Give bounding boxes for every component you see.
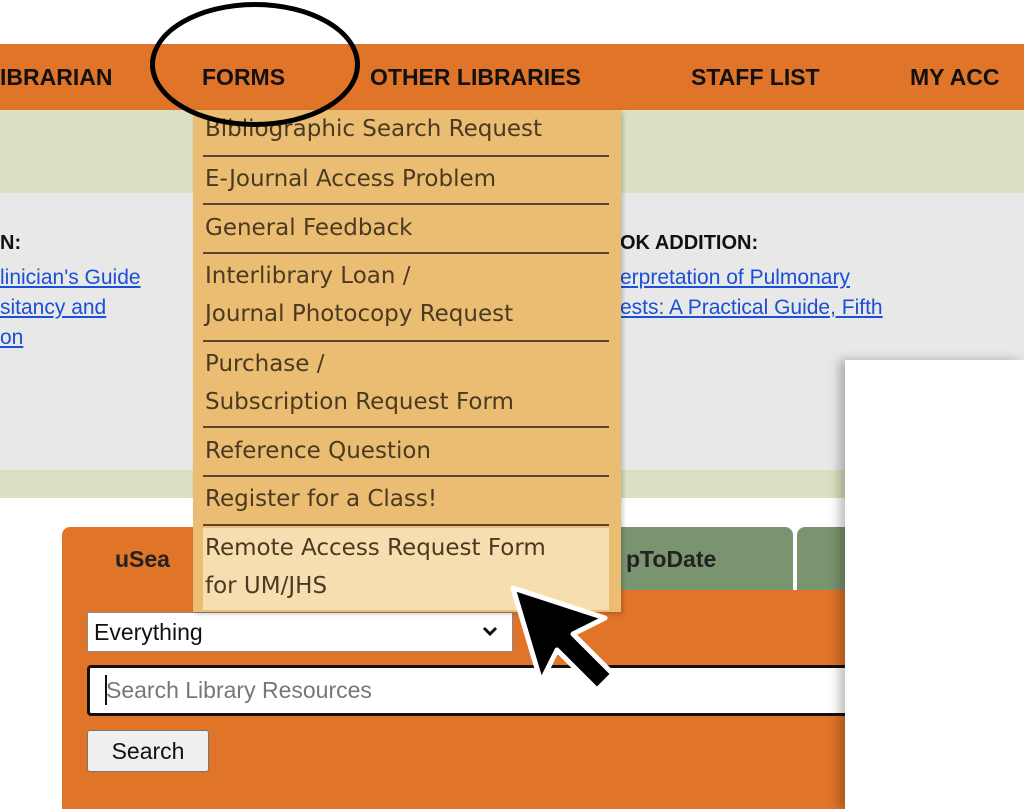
menu-separator [203,155,609,157]
menu-separator [203,475,609,477]
menu-item-general-feedback[interactable]: General Feedback [205,215,412,241]
menu-item-interlibrary-loan[interactable]: Interlibrary Loan / [205,263,411,289]
menu-separator [203,340,609,342]
tab-uptodate-label: pToDate [626,546,717,572]
menu-item-register-class[interactable]: Register for a Class! [205,486,437,512]
nav-item-other-libraries[interactable]: OTHER LIBRARIES [370,44,581,110]
featured-left-link-line2[interactable]: sitancy and [0,296,106,320]
menu-item-remote-access[interactable]: Remote Access Request Form [205,535,546,561]
tab-usearch-label: uSea [115,546,170,572]
menu-separator [203,426,609,428]
overlay-panel [845,360,1024,809]
forms-dropdown-menu: Bibliographic Search Request E-Journal A… [193,110,621,612]
new-book-link-line1[interactable]: erpretation of Pulmonary [620,266,850,290]
menu-item-purchase-request[interactable]: Purchase / [205,351,325,377]
new-book-link-line2[interactable]: ests: A Practical Guide, Fifth [620,296,883,320]
menu-separator [203,252,609,254]
nav-item-forms[interactable]: FORMS [202,44,285,110]
menu-item-ejournal-access[interactable]: E-Journal Access Problem [205,166,496,192]
text-caret [105,675,107,705]
featured-left-link-line3[interactable]: on [0,326,23,350]
menu-item-interlibrary-loan-line2[interactable]: Journal Photocopy Request [205,301,513,327]
nav-item-my-account[interactable]: MY ACC [910,44,999,110]
mouse-cursor-icon [510,585,616,693]
search-scope-value: Everything [94,619,203,645]
menu-separator [203,524,609,526]
menu-item-bibliographic-search[interactable]: Bibliographic Search Request [205,116,542,142]
search-scope-select[interactable]: Everything [87,612,513,652]
menu-item-reference-question[interactable]: Reference Question [205,438,431,464]
menu-item-purchase-request-line2[interactable]: Subscription Request Form [205,389,514,415]
featured-left-label: N: [0,232,22,254]
menu-item-remote-access-line2[interactable]: for UM/JHS [205,573,327,599]
menu-separator [203,203,609,205]
nav-item-staff-list[interactable]: STAFF LIST [691,44,820,110]
chevron-down-icon [482,613,498,664]
new-book-addition-label: OK ADDITION: [620,232,759,254]
search-button[interactable]: Search [87,730,209,772]
featured-left-link-line1[interactable]: linician's Guide [0,266,141,290]
nav-item-librarian[interactable]: IBRARIAN [0,44,112,110]
search-input[interactable] [87,665,867,716]
